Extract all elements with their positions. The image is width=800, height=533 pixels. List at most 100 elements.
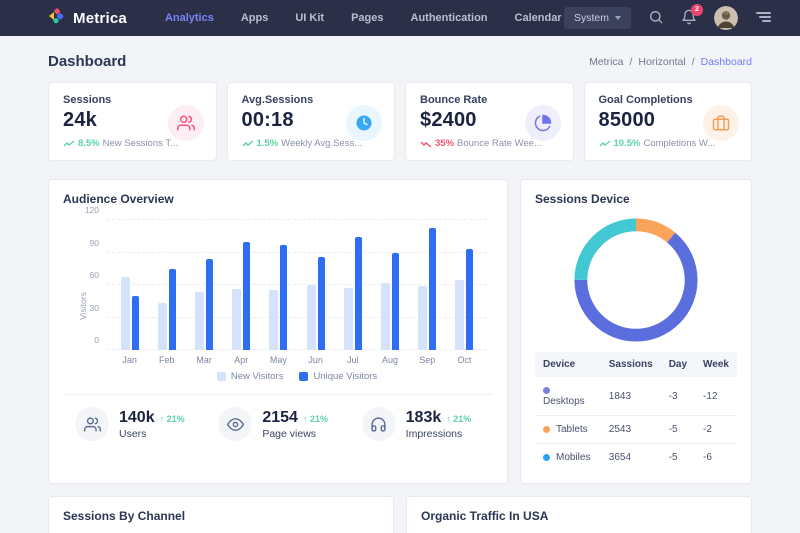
x-tick: May (260, 355, 297, 365)
nav-menu: Analytics Apps UI Kit Pages Authentication Ca… (165, 12, 562, 24)
breadcrumb: Metrica/ Horizontal/ Dashboard (589, 56, 752, 68)
hamburger-icon (755, 10, 772, 27)
nav-item-apps[interactable]: Apps (241, 12, 269, 24)
card-label: Avg.Sessions (242, 94, 381, 106)
nav-item-pages[interactable]: Pages (351, 12, 383, 24)
card-label: Bounce Rate (420, 94, 559, 106)
bar-chart-legend: New Visitors Unique Visitors (107, 371, 487, 382)
stat-value: 140k (119, 409, 155, 427)
organic-traffic-panel: Organic Traffic In USA + (406, 496, 752, 533)
sessions-device-panel: Sessions Device Device Sassions Day Week (520, 179, 752, 484)
bar-group-oct (446, 220, 483, 350)
unique-visitors-bar (355, 237, 362, 350)
audience-overview-title: Audience Overview (63, 192, 493, 206)
audience-stats-row: 140k ↑ 21% Users 2154 ↑ 21% Page (63, 394, 493, 441)
sessions-device-title: Sessions Device (535, 192, 737, 206)
bar-group-aug (371, 220, 408, 350)
stat-change: ↑ 21% (160, 414, 185, 424)
stat-value: 2154 (262, 409, 298, 427)
y-axis-label: Visitors (78, 292, 88, 320)
x-tick: Jun (297, 355, 334, 365)
pie-chart-icon (525, 105, 561, 141)
legend-new-visitors: New Visitors (217, 371, 284, 382)
breadcrumb-horizontal[interactable]: Horizontal (638, 56, 685, 68)
new-visitors-bar (158, 303, 167, 350)
x-tick: Mar (185, 355, 222, 365)
x-tick: Jul (334, 355, 371, 365)
bar-group-feb (148, 220, 185, 350)
new-visitors-bar (381, 283, 390, 350)
breadcrumb-separator: / (630, 56, 633, 68)
new-visitors-bar (455, 280, 464, 350)
table-row-desktops: Desktops 1843 -3 -12 (535, 377, 737, 416)
new-visitors-bar (418, 286, 427, 350)
brand-logo[interactable]: Metrica (48, 7, 127, 30)
unique-visitors-bar (318, 257, 325, 350)
users-icon (168, 105, 204, 141)
table-row-mobiles: Mobiles 3654 -5 -6 (535, 444, 737, 472)
stat-value: 183k (406, 409, 442, 427)
stat-label: Users (119, 428, 185, 440)
bar-group-apr (223, 220, 260, 350)
mobiles-dot (543, 454, 550, 461)
y-tick: 120 (85, 205, 99, 215)
unique-visitors-bar (206, 259, 213, 350)
search-button[interactable] (648, 9, 664, 28)
col-sassions: Sassions (601, 352, 661, 377)
card-label: Sessions (63, 94, 202, 106)
stat-cards-row: Sessions 24k 8.5% New Sessions T... Avg.… (48, 82, 752, 161)
nav-item-ui-kit[interactable]: UI Kit (295, 12, 324, 24)
bar-group-jan (111, 220, 148, 350)
col-week: Week (695, 352, 737, 377)
top-navbar: Metrica Analytics Apps UI Kit Pages Authenti… (0, 0, 800, 36)
stat-change: ↑ 21% (446, 414, 471, 424)
unique-visitors-bar (280, 245, 287, 350)
system-dropdown[interactable]: System (564, 7, 631, 29)
device-table: Device Sassions Day Week Desktops 1843 -… (535, 352, 737, 471)
new-visitors-bar (121, 277, 130, 350)
stat-impressions: 183k ↑ 21% Impressions (350, 407, 493, 441)
menu-toggle-button[interactable] (755, 10, 772, 27)
breadcrumb-metrica[interactable]: Metrica (589, 56, 623, 68)
notifications-button[interactable]: 2 (681, 9, 697, 28)
chevron-down-icon (615, 16, 621, 20)
clock-icon (346, 105, 382, 141)
stat-label: Page views (262, 428, 328, 440)
card-sessions: Sessions 24k 8.5% New Sessions T... (48, 82, 217, 161)
y-tick: 30 (90, 303, 99, 313)
organic-traffic-title: Organic Traffic In USA (421, 509, 737, 523)
legend-swatch (299, 372, 308, 381)
breadcrumb-current: Dashboard (701, 56, 752, 68)
page-title: Dashboard (48, 53, 126, 70)
unique-visitors-bar (466, 249, 473, 350)
trend-pct: 10.5% (614, 138, 641, 149)
bar-chart-columns (107, 220, 487, 350)
users-icon (75, 407, 109, 441)
device-table-header: Device Sassions Day Week (535, 352, 737, 377)
y-tick: 90 (90, 238, 99, 248)
unique-visitors-bar (169, 269, 176, 350)
user-avatar[interactable] (714, 6, 738, 30)
navbar-actions: System 2 (564, 6, 772, 30)
trend-pct: 8.5% (78, 138, 100, 149)
system-dropdown-label: System (574, 12, 609, 24)
x-tick: Feb (148, 355, 185, 365)
tablets-dot (543, 426, 550, 433)
x-tick: Aug (371, 355, 408, 365)
search-icon (648, 9, 664, 28)
new-visitors-bar (269, 290, 278, 350)
nav-item-analytics[interactable]: Analytics (165, 12, 214, 24)
legend-label: New Visitors (231, 371, 284, 382)
col-device: Device (535, 352, 601, 377)
audience-overview-panel: Audience Overview Visitors 0306090120 Ja… (48, 179, 508, 484)
briefcase-icon (703, 105, 739, 141)
new-visitors-bar (344, 288, 353, 350)
nav-item-authentication[interactable]: Authentication (411, 12, 488, 24)
bar-chart-plot: 0306090120 (107, 220, 487, 350)
nav-item-calendar[interactable]: Calendar (515, 12, 562, 24)
unique-visitors-bar (132, 296, 139, 350)
stat-users: 140k ↑ 21% Users (63, 407, 206, 441)
card-label: Goal Completions (599, 94, 738, 106)
legend-unique-visitors: Unique Visitors (299, 371, 377, 382)
headphones-icon (362, 407, 396, 441)
